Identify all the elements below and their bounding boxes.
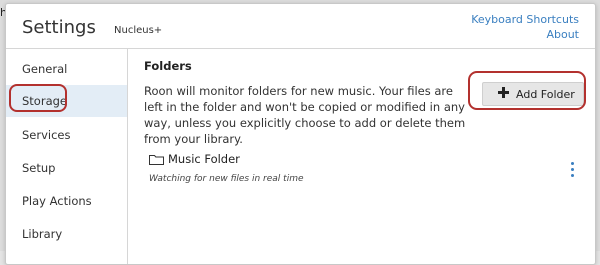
dialog-title: Settings	[22, 17, 96, 38]
dialog-header: Settings Nucleus+ Keyboard Shortcuts Abo…	[6, 4, 595, 49]
sidebar-item-library[interactable]: Library	[6, 218, 127, 250]
folder-icon	[149, 155, 164, 165]
plus-icon	[498, 87, 509, 98]
sidebar-item-general[interactable]: General	[6, 53, 127, 85]
kebab-menu-icon[interactable]	[568, 161, 578, 179]
sidebar-item-label: Services	[22, 128, 71, 142]
sidebar-item-services[interactable]: Services	[6, 119, 127, 151]
settings-sidebar: General Storage Services Setup Play Acti…	[6, 49, 128, 264]
folders-description: Roon will monitor folders for new music.…	[144, 84, 466, 146]
add-folder-button[interactable]: Add Folder	[482, 82, 584, 106]
sidebar-item-setup[interactable]: Setup	[6, 152, 127, 184]
add-folder-label: Add Folder	[516, 88, 575, 101]
sidebar-item-label: Setup	[22, 161, 56, 175]
folder-status: Watching for new files in real time	[149, 174, 304, 184]
sidebar-item-label: Play Actions	[22, 194, 92, 208]
sidebar-item-play-actions[interactable]: Play Actions	[6, 185, 127, 217]
folder-name: Music Folder	[168, 152, 240, 166]
sidebar-item-storage[interactable]: Storage	[6, 85, 127, 117]
settings-dialog: Settings Nucleus+ Keyboard Shortcuts Abo…	[5, 3, 596, 265]
about-link[interactable]: About	[546, 28, 579, 41]
sidebar-item-label: Library	[22, 227, 63, 241]
sidebar-item-label: Storage	[22, 94, 67, 108]
keyboard-shortcuts-link[interactable]: Keyboard Shortcuts	[471, 13, 579, 26]
section-title: Folders	[144, 59, 192, 73]
device-name: Nucleus+	[114, 25, 163, 36]
sidebar-item-label: General	[22, 62, 68, 76]
